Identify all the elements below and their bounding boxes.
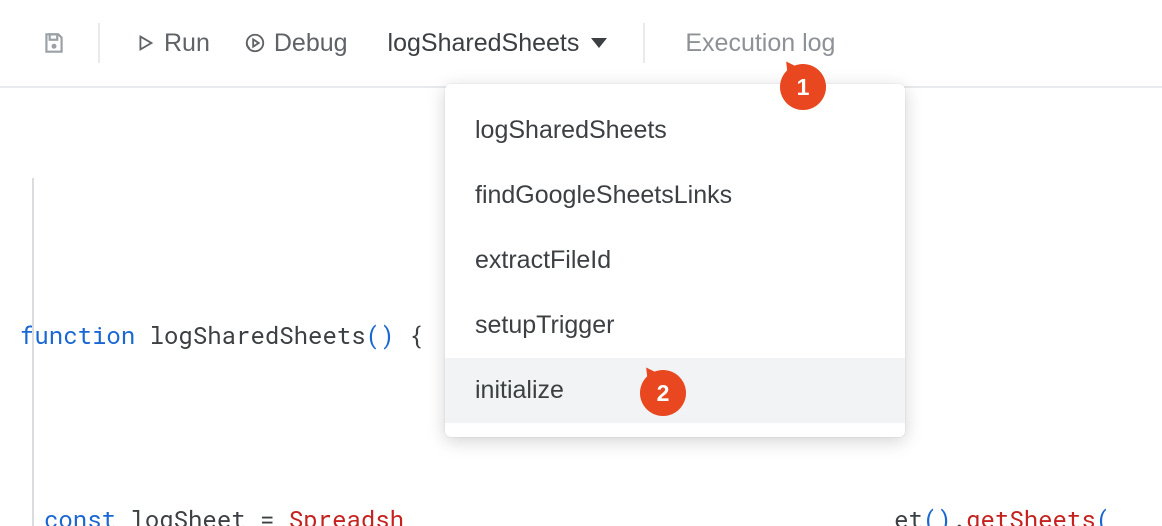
execution-log-label: Execution log — [685, 29, 835, 57]
toolbar-divider — [643, 23, 645, 63]
debug-icon — [244, 32, 266, 54]
debug-button[interactable]: Debug — [230, 19, 362, 68]
function-selector-label: logSharedSheets — [388, 29, 580, 58]
debug-label: Debug — [274, 29, 348, 58]
run-button[interactable]: Run — [120, 19, 224, 68]
function-selector[interactable]: logSharedSheets — [372, 19, 624, 68]
chevron-down-icon — [591, 38, 607, 48]
annotation-callout-2: 2 — [640, 370, 686, 416]
dropdown-item-findgooglesheetslinks[interactable]: findGoogleSheetsLinks — [445, 163, 905, 228]
save-icon — [41, 30, 67, 56]
toolbar: Run Debug logSharedSheets Execution log — [0, 0, 1162, 88]
code-line: const logSheet = Spreadshet().getSheets( — [20, 496, 1162, 526]
annotation-callout-1: 1 — [780, 64, 826, 110]
toolbar-divider — [98, 23, 100, 63]
dropdown-item-logsharedsheets[interactable]: logSharedSheets — [445, 98, 905, 163]
run-label: Run — [164, 29, 210, 58]
execution-log-button[interactable]: Execution log — [671, 19, 849, 68]
dropdown-item-extractfileid[interactable]: extractFileId — [445, 228, 905, 293]
play-icon — [134, 32, 156, 54]
indent-guide — [32, 178, 34, 526]
save-button[interactable] — [30, 19, 78, 67]
dropdown-item-setuptrigger[interactable]: setupTrigger — [445, 293, 905, 358]
